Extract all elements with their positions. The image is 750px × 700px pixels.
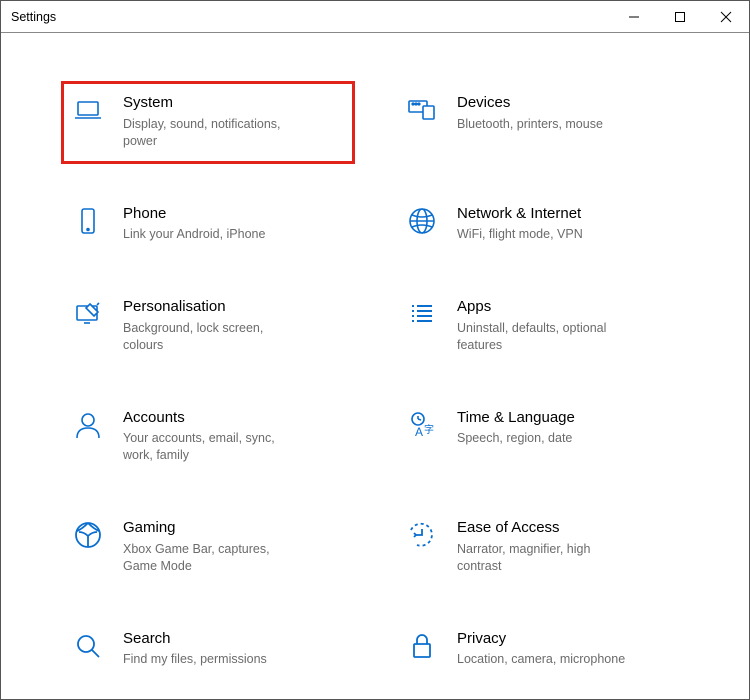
tile-title: Phone <box>123 205 345 224</box>
tile-system[interactable]: System Display, sound, notifications, po… <box>61 81 355 164</box>
tile-text: Ease of Access Narrator, magnifier, high… <box>457 518 679 575</box>
tile-apps[interactable]: Apps Uninstall, defaults, optional featu… <box>395 285 689 368</box>
tile-search[interactable]: Search Find my files, permissions <box>61 617 355 683</box>
tile-network[interactable]: Network & Internet WiFi, flight mode, VP… <box>395 192 689 258</box>
tile-title: Network & Internet <box>457 205 679 224</box>
ease-of-access-icon <box>405 518 439 552</box>
close-icon <box>720 11 732 23</box>
tile-title: Time & Language <box>457 409 679 428</box>
tile-desc: Uninstall, defaults, optional features <box>457 320 627 354</box>
window-title: Settings <box>11 10 56 24</box>
search-icon <box>71 629 105 663</box>
close-button[interactable] <box>703 1 749 32</box>
titlebar: Settings <box>1 1 749 33</box>
tile-privacy[interactable]: Privacy Location, camera, microphone <box>395 617 689 683</box>
tile-desc: Bluetooth, printers, mouse <box>457 116 627 133</box>
personalisation-icon <box>71 297 105 331</box>
tile-title: System <box>123 94 345 113</box>
tile-accounts[interactable]: Accounts Your accounts, email, sync, wor… <box>61 396 355 479</box>
tile-title: Gaming <box>123 519 345 538</box>
globe-icon <box>405 204 439 238</box>
tile-text: Search Find my files, permissions <box>123 629 345 669</box>
tile-desc: Narrator, magnifier, high contrast <box>457 541 627 575</box>
tile-title: Search <box>123 630 345 649</box>
person-icon <box>71 408 105 442</box>
phone-icon <box>71 204 105 238</box>
lock-icon <box>405 629 439 663</box>
tile-title: Ease of Access <box>457 519 679 538</box>
tile-ease-of-access[interactable]: Ease of Access Narrator, magnifier, high… <box>395 506 689 589</box>
minimize-button[interactable] <box>611 1 657 32</box>
tile-text: System Display, sound, notifications, po… <box>123 93 345 150</box>
tile-title: Personalisation <box>123 298 345 317</box>
gaming-icon <box>71 518 105 552</box>
minimize-icon <box>628 11 640 23</box>
laptop-icon <box>71 93 105 127</box>
tile-text: Network & Internet WiFi, flight mode, VP… <box>457 204 679 244</box>
time-language-icon: A 字 <box>405 408 439 442</box>
tile-text: Gaming Xbox Game Bar, captures, Game Mod… <box>123 518 345 575</box>
tile-desc: Your accounts, email, sync, work, family <box>123 430 293 464</box>
tile-text: Personalisation Background, lock screen,… <box>123 297 345 354</box>
tile-text: Apps Uninstall, defaults, optional featu… <box>457 297 679 354</box>
tile-desc: WiFi, flight mode, VPN <box>457 226 627 243</box>
tile-title: Apps <box>457 298 679 317</box>
maximize-icon <box>674 11 686 23</box>
tile-desc: Find my files, permissions <box>123 651 293 668</box>
tile-desc: Speech, region, date <box>457 430 627 447</box>
tile-title: Privacy <box>457 630 679 649</box>
devices-icon <box>405 93 439 127</box>
tile-text: Accounts Your accounts, email, sync, wor… <box>123 408 345 465</box>
tile-desc: Xbox Game Bar, captures, Game Mode <box>123 541 293 575</box>
tile-desc: Background, lock screen, colours <box>123 320 293 354</box>
tile-text: Privacy Location, camera, microphone <box>457 629 679 669</box>
tile-desc: Link your Android, iPhone <box>123 226 293 243</box>
tile-text: Phone Link your Android, iPhone <box>123 204 345 244</box>
tile-text: Time & Language Speech, region, date <box>457 408 679 448</box>
settings-content: System Display, sound, notifications, po… <box>1 33 749 682</box>
tile-phone[interactable]: Phone Link your Android, iPhone <box>61 192 355 258</box>
maximize-button[interactable] <box>657 1 703 32</box>
tile-title: Accounts <box>123 409 345 428</box>
tile-text: Devices Bluetooth, printers, mouse <box>457 93 679 133</box>
svg-text:字: 字 <box>424 423 434 436</box>
tile-desc: Location, camera, microphone <box>457 651 627 668</box>
settings-grid: System Display, sound, notifications, po… <box>61 81 689 682</box>
tile-title: Devices <box>457 94 679 113</box>
tile-personalisation[interactable]: Personalisation Background, lock screen,… <box>61 285 355 368</box>
svg-text:A: A <box>415 425 423 439</box>
apps-icon <box>405 297 439 331</box>
tile-time-language[interactable]: A 字 Time & Language Speech, region, date <box>395 396 689 479</box>
tile-desc: Display, sound, notifications, power <box>123 116 293 150</box>
tile-devices[interactable]: Devices Bluetooth, printers, mouse <box>395 81 689 164</box>
window-controls <box>611 1 749 32</box>
tile-gaming[interactable]: Gaming Xbox Game Bar, captures, Game Mod… <box>61 506 355 589</box>
